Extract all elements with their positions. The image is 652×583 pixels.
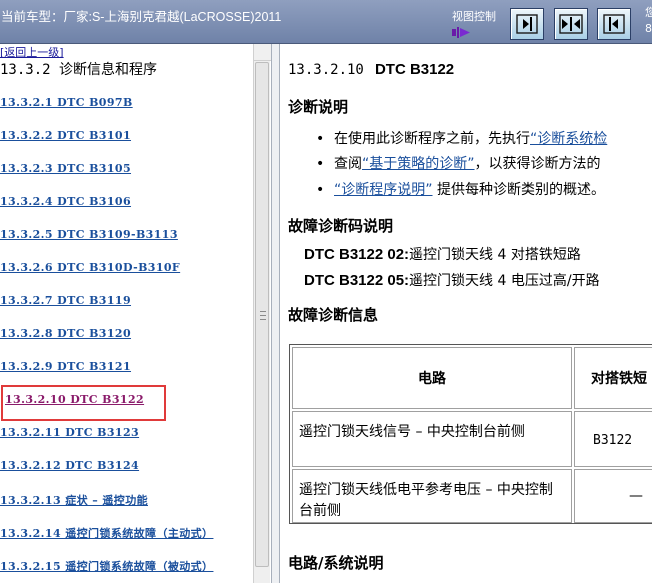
sidebar-navigation: [返回上一级] 13.3.2 诊断信息和程序 13.3.2.1 DTC B097… — [0, 44, 271, 583]
scrollbar-grip-icon — [260, 311, 266, 320]
content-pane: 13.3.2.10 DTC B3122 诊断说明 • 在使用此诊断程序之前，先执行… — [280, 44, 652, 583]
table-cell-value: — — [629, 488, 643, 504]
table-row: B3122 — [574, 411, 652, 467]
split-view-button[interactable] — [554, 8, 588, 40]
table-row: 遥控门锁天线信号 – 中央控制台前侧 — [292, 411, 572, 467]
sidebar-item-active-fault[interactable]: 13.3.2.14 遥控门锁系统故障（主动式） — [0, 525, 213, 541]
scrollbar-thumb[interactable] — [255, 62, 269, 567]
sidebar-item-b3101[interactable]: 13.3.2.2 DTC B3101 — [0, 129, 131, 142]
table-header-circuit: 电路 — [292, 347, 572, 409]
bullet-item: • 查阅“基于策略的诊断”，以获得诊断方法的 — [316, 156, 601, 172]
edge-text: 您 — [645, 6, 652, 19]
section-circuit-description: 电路/系统说明 — [288, 554, 384, 572]
strategy-based-diagnosis-link[interactable]: “基于策略的诊断” — [362, 156, 475, 172]
table-cell-value: B3122 — [593, 433, 633, 448]
fault-info-table: 电路 对搭铁短 遥控门锁天线信号 – 中央控制台前侧 B3122 遥控门锁天线低… — [289, 344, 652, 524]
view-control-label: 视图控制 — [452, 10, 496, 23]
page-title: 13.3.2.10 DTC B3122 — [288, 59, 454, 78]
vehicle-info: 当前车型：厂家:S-上海别克君越(LaCROSSE)2011 — [1, 10, 282, 24]
view-control-icon — [452, 27, 470, 38]
sidebar-item-b3109-b3113[interactable]: 13.3.2.5 DTC B3109-B3113 — [0, 228, 178, 241]
section-dtc-description: 故障诊断码说明 — [288, 217, 394, 235]
sidebar-item-symptoms[interactable]: 13.3.2.13 症状 – 遥控功能 — [0, 492, 148, 508]
table-cell-circuit: 遥控门锁天线低电平参考电压 – 中央控制台前侧 — [299, 482, 553, 519]
split-arrows-icon — [559, 14, 583, 34]
sidebar-item-b3106[interactable]: 13.3.2.4 DTC B3106 — [0, 195, 131, 208]
sidebar-title: 13.3.2 诊断信息和程序 — [0, 62, 158, 78]
page-title-dtc: DTC B3122 — [374, 61, 455, 78]
back-link[interactable]: [返回上一级] — [0, 44, 64, 60]
bullet-item: • 在使用此诊断程序之前，先执行“诊断系统检 — [316, 131, 608, 147]
expand-left-pane-button[interactable] — [597, 8, 631, 40]
diagnostic-system-check-link[interactable]: “诊断系统检 — [530, 131, 607, 147]
sidebar-item-b3123[interactable]: 13.3.2.11 DTC B3123 — [0, 426, 139, 439]
top-toolbar: 当前车型：厂家:S-上海别克君越(LaCROSSE)2011 视图控制 您 8 — [0, 0, 652, 44]
table-cell-circuit: 遥控门锁天线信号 – 中央控制台前侧 — [299, 424, 525, 440]
panel-arrow-right-icon — [516, 14, 538, 34]
page-title-number: 13.3.2.10 — [288, 62, 364, 78]
table-header-short-to-ground: 对搭铁短 — [574, 347, 652, 409]
panel-arrow-left-icon — [603, 14, 625, 34]
sidebar-item-b3124[interactable]: 13.3.2.12 DTC B3124 — [0, 459, 139, 472]
expand-right-pane-button[interactable] — [510, 8, 544, 40]
diagnostic-procedure-link[interactable]: “诊断程序说明” — [334, 182, 433, 198]
table-row: — — [574, 469, 652, 523]
sidebar-item-b3119[interactable]: 13.3.2.7 DTC B3119 — [0, 294, 131, 307]
dtc-line: DTC B3122 05:遥控门锁天线 4 电压过高/开路 — [304, 272, 600, 289]
table-row: 遥控门锁天线低电平参考电压 – 中央控制台前侧 — [292, 469, 572, 523]
section-diagnostic-description: 诊断说明 — [288, 98, 349, 116]
dtc-line: DTC B3122 02:遥控门锁天线 4 对搭铁短路 — [304, 246, 581, 263]
section-fault-info: 故障诊断信息 — [288, 306, 379, 324]
sidebar-item-b097b[interactable]: 13.3.2.1 DTC B097B — [0, 96, 133, 109]
sidebar-item-b310d-b310f[interactable]: 13.3.2.6 DTC B310D-B310F — [0, 261, 180, 274]
bullet-item: • “诊断程序说明” 提供每种诊断类别的概述。 — [316, 182, 605, 198]
sidebar-item-passive-fault[interactable]: 13.3.2.15 遥控门锁系统故障（被动式） — [0, 558, 213, 574]
sidebar-scrollbar[interactable] — [253, 44, 271, 583]
selection-highlight-box — [1, 385, 166, 421]
sidebar-item-b3121[interactable]: 13.3.2.9 DTC B3121 — [0, 360, 131, 373]
edge-text: 8 — [645, 22, 652, 35]
pane-splitter[interactable] — [271, 44, 280, 583]
sidebar-item-b3105[interactable]: 13.3.2.3 DTC B3105 — [0, 162, 131, 175]
sidebar-item-b3120[interactable]: 13.3.2.8 DTC B3120 — [0, 327, 131, 340]
scroll-up-arrow[interactable] — [254, 44, 271, 61]
